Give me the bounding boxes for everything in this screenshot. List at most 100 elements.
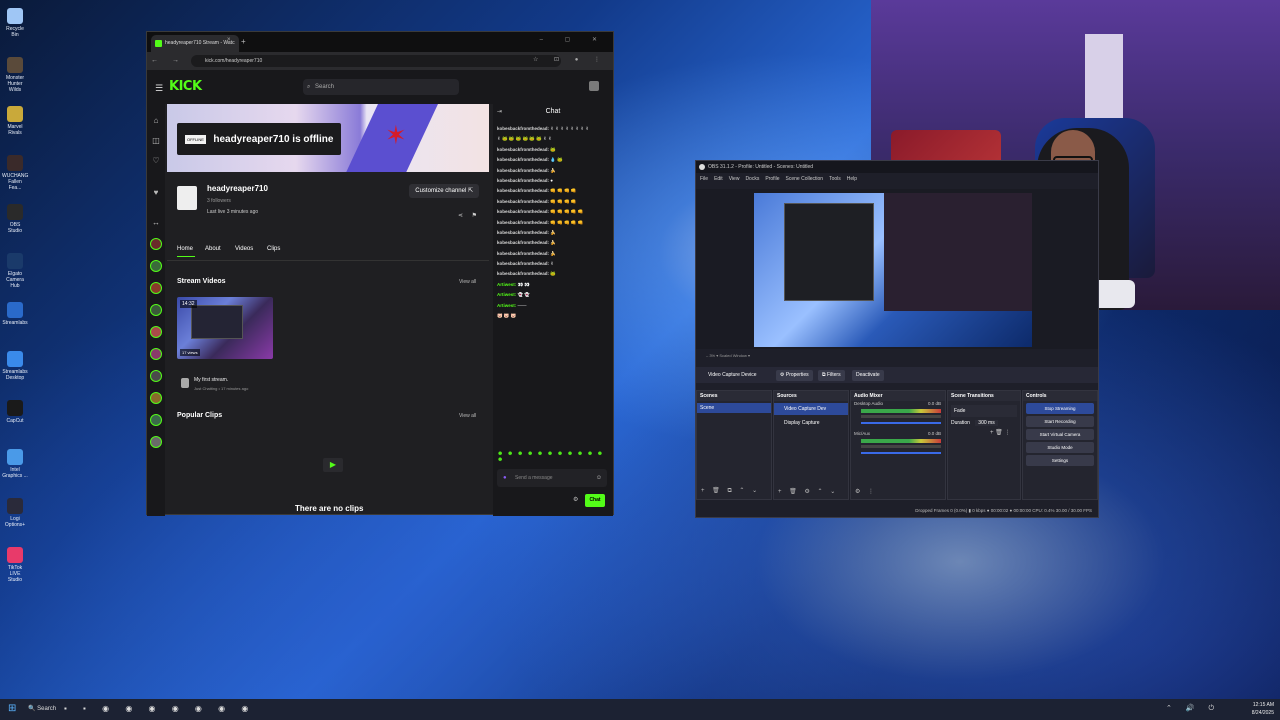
scene-item[interactable]: Scene: [697, 403, 771, 413]
window-controls[interactable]: – ▢ ✕: [540, 36, 607, 43]
channel-avatar[interactable]: [177, 186, 197, 210]
chat-message[interactable]: kobesbackfromthedead: 🍌: [497, 168, 611, 178]
chat-username[interactable]: kobesbackfromthedead:: [497, 199, 549, 204]
chat-message[interactable]: Artiwest: 👀 👀: [497, 282, 611, 292]
desktop-icon[interactable]: Streamlabs: [2, 298, 28, 338]
followed-channel-avatar[interactable]: [150, 260, 162, 272]
search-input[interactable]: ⌕ Search: [303, 79, 459, 95]
desktop-icon[interactable]: TikTok LIVE Studio: [2, 543, 28, 583]
chat-username[interactable]: kobesbackfromthedead:: [497, 126, 549, 131]
chat-message[interactable]: kobesbackfromthedead: 💧 🐸: [497, 157, 611, 167]
channel-name[interactable]: headyreaper710: [207, 184, 268, 193]
video-title[interactable]: My first stream.: [194, 377, 228, 383]
mixer-controls[interactable]: ⚙ ⋮: [855, 488, 877, 495]
chat-username[interactable]: Artiwest:: [497, 282, 516, 287]
view-all-clips-link[interactable]: View all: [459, 413, 476, 419]
chat-username[interactable]: kobesbackfromthedead:: [497, 147, 549, 152]
chat-message[interactable]: kobesbackfromthedead: 👊 👊 👊 👊 👊: [497, 209, 611, 219]
scene-controls[interactable]: + 🗑 ⧉ ⌃ ⌄: [701, 487, 760, 495]
obs-menu-item[interactable]: View: [729, 176, 740, 182]
desktop-icon[interactable]: Recycle Bin: [2, 4, 28, 44]
chat-username[interactable]: kobesbackfromthedead:: [497, 188, 549, 193]
video-thumbnail[interactable]: 14:32 17 views: [177, 297, 273, 359]
kick-logo[interactable]: KICK: [169, 79, 202, 94]
volume-slider[interactable]: [861, 422, 941, 424]
preview-zoom[interactable]: – 3% ▾ Scaled Window ▾: [696, 351, 1098, 361]
chat-send-button[interactable]: Chat: [585, 494, 605, 507]
start-virtual-camera-button[interactable]: Start Virtual Camera: [1026, 429, 1094, 440]
filters-button[interactable]: ⧉ Filters: [818, 370, 845, 381]
chat-username[interactable]: kobesbackfromthedead:: [497, 261, 549, 266]
source-item[interactable]: Display Capture: [774, 417, 848, 429]
desktop-icon[interactable]: Intel Graphics ...: [2, 445, 28, 485]
chat-username[interactable]: Artiwest:: [497, 303, 516, 308]
chat-username[interactable]: kobesbackfromthedead:: [497, 271, 549, 276]
emote-bar[interactable]: ☻ ☻ ☻ ☻ ☻ ☻ ☻ ☻ ☻ ☻ ☻ ☻: [497, 451, 613, 463]
chat-username[interactable]: kobesbackfromthedead:: [497, 251, 549, 256]
start-button[interactable]: ⊞: [8, 703, 16, 714]
new-tab-button[interactable]: +: [241, 36, 246, 48]
followed-channel-avatar[interactable]: [150, 326, 162, 338]
deactivate-button[interactable]: Deactivate: [852, 370, 884, 381]
obs-menu-item[interactable]: Edit: [714, 176, 723, 182]
chat-message[interactable]: kobesbackfromthedead: 🍌: [497, 230, 611, 240]
chat-message[interactable]: 🐷 🐷 🐷: [497, 313, 611, 323]
followed-channel-avatar[interactable]: [150, 436, 162, 448]
taskbar-apps[interactable]: ▪ ▪ ◉ ◉ ◉ ◉ ◉ ◉ ◉: [64, 704, 255, 713]
chat-username[interactable]: kobesbackfromthedead:: [497, 157, 549, 162]
tab-close-icon[interactable]: ×: [227, 35, 231, 45]
chat-message[interactable]: kobesbackfromthedead: 👊 👊 👊 👊 👊: [497, 220, 611, 230]
chat-message[interactable]: kobesbackfromthedead: ✌: [497, 261, 611, 271]
tab-about[interactable]: About: [205, 246, 221, 252]
obs-menu-item[interactable]: Docks: [745, 176, 759, 182]
desktop-icon[interactable]: Marvel Rivals: [2, 102, 28, 142]
desktop-icon[interactable]: Streamlabs Desktop: [2, 347, 28, 387]
taskbar-search[interactable]: 🔍 Search: [28, 703, 56, 715]
view-all-videos-link[interactable]: View all: [459, 279, 476, 285]
followed-channel-avatar[interactable]: [150, 304, 162, 316]
followed-channel-avatar[interactable]: [150, 414, 162, 426]
transition-controls[interactable]: + 🗑 ⋮: [948, 429, 1020, 436]
obs-menu-item[interactable]: Profile: [765, 176, 779, 182]
desktop-icon[interactable]: OBS Studio: [2, 200, 28, 240]
menu-icon[interactable]: ☰: [155, 83, 163, 94]
chat-username[interactable]: Artiwest:: [497, 292, 516, 297]
source-item[interactable]: Video Capture Dev: [774, 403, 848, 415]
obs-menu-item[interactable]: File: [700, 176, 708, 182]
home-icon[interactable]: ⌂: [151, 116, 161, 126]
user-avatar[interactable]: [589, 81, 599, 91]
properties-button[interactable]: ⚙ Properties: [776, 370, 813, 381]
emoji-icon[interactable]: ☺: [596, 469, 602, 487]
stop-streaming-button[interactable]: Stop Streaming: [1026, 403, 1094, 414]
url-field[interactable]: kick.com/headyreaper710: [191, 55, 561, 67]
system-tray[interactable]: ⌃ 🔊 ⏻: [1166, 704, 1220, 713]
expand-icon[interactable]: ↔: [151, 218, 161, 228]
clock[interactable]: 12:15 AM 8/24/2025: [1252, 701, 1274, 717]
transition-select[interactable]: Fade: [951, 405, 1017, 417]
followed-channel-avatar[interactable]: [150, 282, 162, 294]
following-icon[interactable]: ♡: [151, 156, 161, 166]
chat-username[interactable]: kobesbackfromthedead:: [497, 168, 549, 173]
tab-videos[interactable]: Videos: [235, 246, 253, 252]
chat-message[interactable]: kobesbackfromthedead: 🐸: [497, 147, 611, 157]
desktop-icon[interactable]: Monster Hunter Wilds: [2, 53, 28, 93]
customize-channel-button[interactable]: Customize channel ⇱: [409, 184, 479, 198]
studio-mode-button[interactable]: Studio Mode: [1026, 442, 1094, 453]
chat-message[interactable]: kobesbackfromthedead: 🍌: [497, 251, 611, 261]
chat-message[interactable]: kobesbackfromthedead: ✌ ✌ ✌ ✌ ✌ ✌ ✌ ✌: [497, 126, 611, 136]
chat-message[interactable]: kobesbackfromthedead: 🍌: [497, 240, 611, 250]
desktop-icon[interactable]: WUCHANG Fallen Fea...: [2, 151, 28, 191]
desktop-icon[interactable]: CapCut: [2, 396, 28, 436]
chat-message[interactable]: Artiwest: 👻 👻: [497, 292, 611, 302]
browse-icon[interactable]: ◫: [151, 136, 161, 146]
chat-username[interactable]: kobesbackfromthedead:: [497, 240, 549, 245]
followed-channel-avatar[interactable]: [150, 392, 162, 404]
chat-message[interactable]: kobesbackfromthedead: 🐸: [497, 271, 611, 281]
chat-message[interactable]: Artiwest: ——: [497, 303, 611, 313]
chat-username[interactable]: kobesbackfromthedead:: [497, 230, 549, 235]
chat-settings-icon[interactable]: ⚙: [573, 496, 578, 503]
tab-clips[interactable]: Clips: [267, 246, 280, 252]
tab-home[interactable]: Home: [177, 246, 193, 252]
obs-canvas[interactable]: [754, 193, 1032, 347]
desktop-icon[interactable]: Logi Options+: [2, 494, 28, 534]
